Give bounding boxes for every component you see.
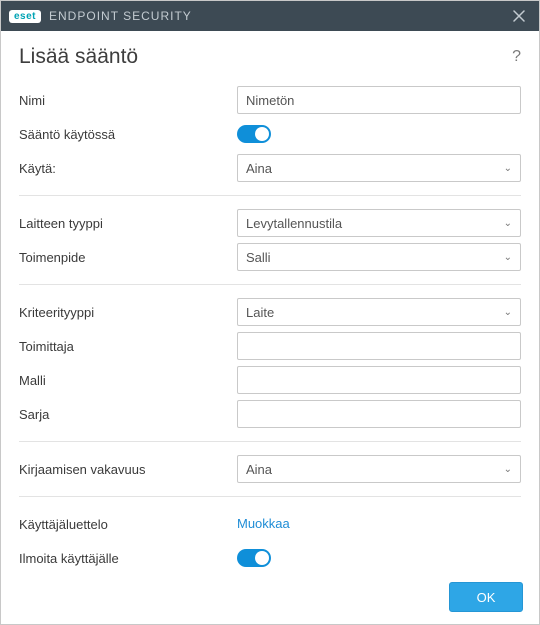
page-title: Lisää sääntö <box>19 45 138 69</box>
action-label: Toimenpide <box>19 250 237 265</box>
notify-label: Ilmoita käyttäjälle <box>19 551 237 566</box>
footer: OK <box>1 570 539 624</box>
close-icon[interactable] <box>507 4 531 28</box>
ok-button[interactable]: OK <box>449 582 523 612</box>
criteria-type-value: Laite <box>246 305 504 320</box>
help-icon[interactable]: ? <box>512 48 521 66</box>
action-select[interactable]: Salli ⌄ <box>237 243 521 271</box>
divider <box>19 496 521 497</box>
apply-value: Aina <box>246 161 504 176</box>
model-input[interactable] <box>237 366 521 394</box>
action-value: Salli <box>246 250 504 265</box>
apply-select[interactable]: Aina ⌄ <box>237 154 521 182</box>
vendor-label: Toimittaja <box>19 339 237 354</box>
chevron-down-icon: ⌄ <box>504 218 512 229</box>
rule-enabled-toggle[interactable] <box>237 125 271 143</box>
criteria-type-select[interactable]: Laite ⌄ <box>237 298 521 326</box>
device-type-select[interactable]: Levytallennustila ⌄ <box>237 209 521 237</box>
product-name: ENDPOINT SECURITY <box>49 9 192 23</box>
divider <box>19 195 521 196</box>
severity-select[interactable]: Aina ⌄ <box>237 455 521 483</box>
chevron-down-icon: ⌄ <box>504 307 512 318</box>
userlist-edit-link[interactable]: Muokkaa <box>237 516 290 531</box>
device-type-label: Laitteen tyyppi <box>19 216 237 231</box>
notify-toggle[interactable] <box>237 549 271 567</box>
content-area: Lisää sääntö ? Nimi Sääntö käytössä Käyt… <box>1 31 539 570</box>
serial-input[interactable] <box>237 400 521 428</box>
brand-badge: eset <box>9 10 41 23</box>
userlist-label: Käyttäjäluettelo <box>19 517 237 532</box>
chevron-down-icon: ⌄ <box>504 163 512 174</box>
severity-value: Aina <box>246 462 504 477</box>
divider <box>19 284 521 285</box>
criteria-type-label: Kriteerityyppi <box>19 305 237 320</box>
rule-enabled-label: Sääntö käytössä <box>19 127 237 142</box>
chevron-down-icon: ⌄ <box>504 252 512 263</box>
serial-label: Sarja <box>19 407 237 422</box>
device-type-value: Levytallennustila <box>246 216 504 231</box>
vendor-input[interactable] <box>237 332 521 360</box>
model-label: Malli <box>19 373 237 388</box>
titlebar: eset ENDPOINT SECURITY <box>1 1 539 31</box>
name-input[interactable] <box>237 86 521 114</box>
name-label: Nimi <box>19 93 237 108</box>
severity-label: Kirjaamisen vakavuus <box>19 462 237 477</box>
chevron-down-icon: ⌄ <box>504 464 512 475</box>
apply-label: Käytä: <box>19 161 237 176</box>
divider <box>19 441 521 442</box>
